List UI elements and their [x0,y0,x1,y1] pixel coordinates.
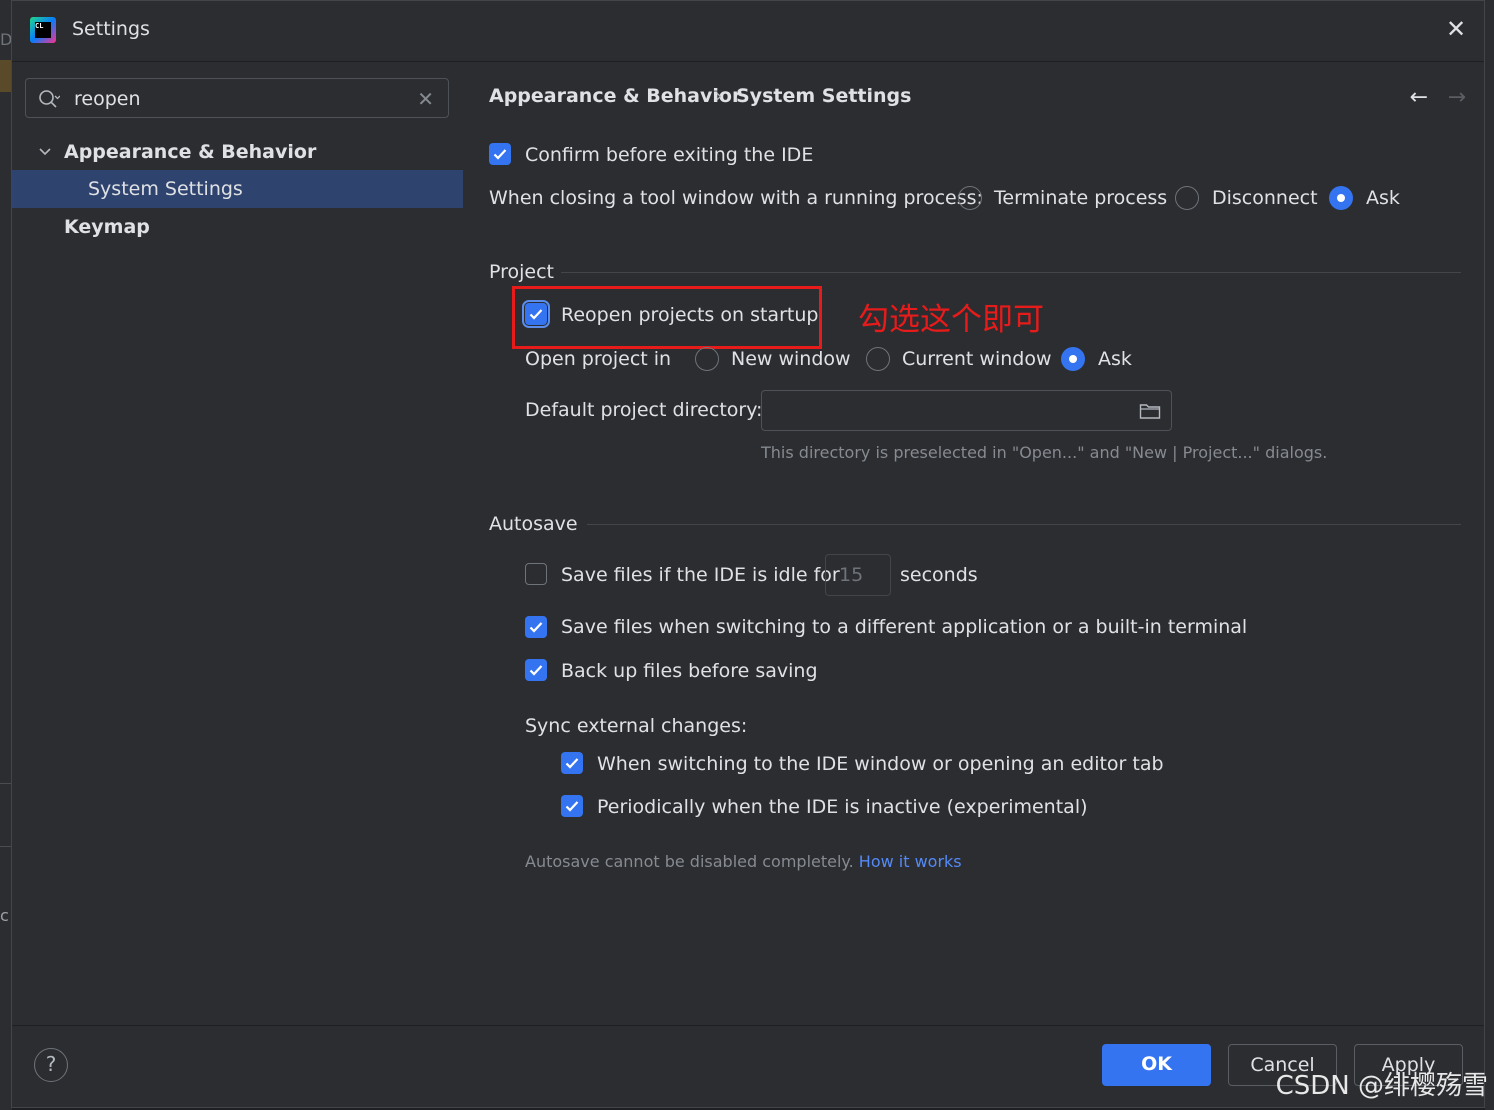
reopen-projects-label[interactable]: Reopen projects on startup [561,304,818,326]
reopen-projects-checkbox[interactable] [522,300,550,328]
clion-logo-icon: CL [30,17,56,43]
title-bar: CL Settings ✕ [12,1,1484,62]
close-ask-radio[interactable] [1329,186,1353,210]
autosave-section-divider [587,524,1461,525]
project-section-divider [561,272,1461,273]
sync-on-switch-label[interactable]: When switching to the IDE window or open… [597,753,1164,775]
watermark: CSDN @绯樱殇雪 [1275,1071,1488,1101]
dialog-title: Settings [72,18,150,40]
autosave-note: Autosave cannot be disabled completely. … [525,852,962,871]
confirm-exit-checkbox[interactable] [489,143,511,165]
sidebar-item-system-settings[interactable]: System Settings [12,170,463,208]
idle-seconds-field: 15 [825,554,891,596]
project-section-title: Project [489,261,555,283]
sync-periodic-checkbox[interactable] [561,795,583,817]
autosave-note-text: Autosave cannot be disabled completely. [525,852,854,871]
save-on-switch-checkbox[interactable] [525,616,547,638]
default-directory-label: Default project directory: [525,399,763,421]
breadcrumb-parent[interactable]: Appearance & Behavior [489,85,741,107]
save-idle-checkbox[interactable] [525,563,547,585]
idle-seconds-unit: seconds [900,564,978,586]
closing-process-label: When closing a tool window with a runnin… [489,187,983,209]
sync-external-label: Sync external changes: [525,715,748,737]
disconnect-radio[interactable] [1175,186,1199,210]
ok-button[interactable]: OK [1102,1044,1211,1086]
folder-icon[interactable] [1139,402,1161,420]
disconnect-label[interactable]: Disconnect [1212,187,1318,209]
how-it-works-link[interactable]: How it works [859,852,962,871]
search-input[interactable] [74,87,404,111]
confirm-exit-label[interactable]: Confirm before exiting the IDE [525,144,813,166]
backup-files-checkbox[interactable] [525,659,547,681]
clear-search-icon[interactable]: ✕ [417,87,434,111]
new-window-radio[interactable] [695,347,719,371]
autosave-section-title: Autosave [489,513,578,535]
settings-content: Appearance & Behavior › System Settings … [463,61,1484,1026]
sidebar-item-label: Keymap [64,216,150,238]
search-icon [39,90,60,108]
terminate-process-label[interactable]: Terminate process [994,187,1167,209]
current-window-radio[interactable] [866,347,890,371]
search-box[interactable]: ✕ [25,78,449,118]
sidebar-item-label: System Settings [88,178,243,200]
sidebar-item-keymap[interactable]: Keymap [12,208,463,246]
breadcrumb-current: System Settings [736,85,912,107]
default-directory-field[interactable] [761,390,1172,431]
settings-sidebar: ✕ Appearance & Behavior System Settings … [12,61,463,1026]
help-icon[interactable]: ? [34,1048,68,1082]
save-idle-label[interactable]: Save files if the IDE is idle for [561,564,840,586]
sidebar-item-appearance-behavior[interactable]: Appearance & Behavior [12,133,463,171]
current-window-label[interactable]: Current window [902,348,1052,370]
breadcrumb-separator: › [715,85,723,107]
close-icon[interactable]: ✕ [1442,15,1470,43]
new-window-label[interactable]: New window [731,348,851,370]
settings-dialog: CL Settings ✕ ✕ Appearance & Behavior Sy… [11,0,1485,1108]
background-fragment: c [0,906,9,925]
sync-on-switch-checkbox[interactable] [561,752,583,774]
back-arrow-icon[interactable]: ← [1410,85,1428,110]
backup-files-label[interactable]: Back up files before saving [561,660,818,682]
app-logo-text: CL [35,22,51,38]
sync-periodic-label[interactable]: Periodically when the IDE is inactive (e… [597,796,1088,818]
sidebar-item-label: Appearance & Behavior [64,141,317,163]
open-ask-radio[interactable] [1061,347,1085,371]
background-editor-strip-right [1485,0,1494,1110]
save-on-switch-label[interactable]: Save files when switching to a different… [561,616,1247,638]
terminate-process-radio[interactable] [958,186,982,210]
default-directory-hint: This directory is preselected in "Open..… [761,443,1328,462]
forward-arrow-icon: → [1447,85,1466,110]
open-project-in-label: Open project in [525,348,672,370]
dialog-footer: ? OK Cancel Apply [12,1025,1484,1110]
annotation-text: 勾选这个即可 [858,302,1044,338]
open-ask-label[interactable]: Ask [1098,348,1132,370]
close-ask-label[interactable]: Ask [1366,187,1400,209]
